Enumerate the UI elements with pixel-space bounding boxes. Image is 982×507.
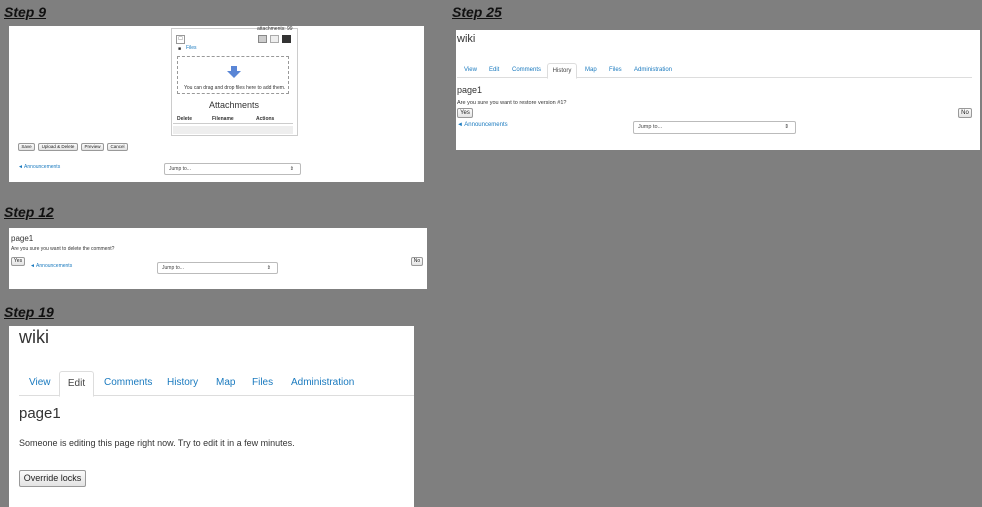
no-button[interactable]: No xyxy=(411,257,423,266)
tab-edit[interactable]: Edit xyxy=(489,67,499,73)
delete-comment-question: Are you sure you want to delete the comm… xyxy=(11,246,115,252)
yes-button[interactable]: Yes xyxy=(11,257,25,266)
step-12-label: Step 12 xyxy=(4,204,54,220)
attachments-title: Attachments xyxy=(209,100,260,110)
step-19-label: Step 19 xyxy=(4,304,54,320)
files-link[interactable]: Files xyxy=(186,45,197,51)
attachments-count: attachments: 99 xyxy=(257,26,293,32)
tab-view[interactable]: View xyxy=(29,377,51,388)
save-button[interactable]: Save xyxy=(18,143,35,151)
tab-history[interactable]: History xyxy=(167,377,198,388)
upload-delete-button[interactable]: Upload & Delete xyxy=(38,143,78,151)
step-25-label: Step 25 xyxy=(452,4,502,20)
restore-version-question: Are you sure you want to restore version… xyxy=(457,100,567,106)
tab-map[interactable]: Map xyxy=(585,67,597,73)
tab-administration[interactable]: Administration xyxy=(291,377,354,388)
tab-edit[interactable]: Edit xyxy=(59,371,94,397)
table-divider xyxy=(173,123,293,124)
select-caret-icon: ⇕ xyxy=(266,265,271,271)
tab-view[interactable]: View xyxy=(464,67,477,73)
jump-to-select[interactable]: Jump to... ⇕ xyxy=(164,163,301,175)
drop-zone-text: You can drag and drop files here to add … xyxy=(184,85,286,91)
view-grid-icon[interactable] xyxy=(258,35,267,43)
announcements-link[interactable]: ◄ Announcements xyxy=(457,122,508,128)
yes-button[interactable]: Yes xyxy=(457,108,473,118)
tab-files[interactable]: Files xyxy=(609,67,622,73)
step-25-panel: wiki View Edit Comments History Map File… xyxy=(456,30,980,150)
wiki-heading: wiki xyxy=(19,327,49,347)
jump-to-value: Jump to... xyxy=(169,166,191,172)
announcements-link[interactable]: ◄ Announcements xyxy=(30,263,72,269)
step-19-panel: wiki View Edit Comments History Map File… xyxy=(9,326,414,507)
preview-button[interactable]: Preview xyxy=(81,143,104,151)
override-locks-button[interactable]: Override locks xyxy=(19,470,86,487)
jump-to-select[interactable]: Jump to... ⇕ xyxy=(157,262,278,274)
cancel-button[interactable]: Cancel xyxy=(107,143,128,151)
select-caret-icon: ⇕ xyxy=(784,124,789,130)
page-title: page1 xyxy=(11,234,34,243)
step-12-panel: page1 Are you sure you want to delete th… xyxy=(9,228,427,289)
step-9-label: Step 9 xyxy=(4,4,47,20)
view-list-icon[interactable] xyxy=(270,35,279,43)
wiki-heading: wiki xyxy=(457,33,476,45)
no-button[interactable]: No xyxy=(958,108,972,118)
tab-files[interactable]: Files xyxy=(252,377,273,388)
folder-icon: ■ xyxy=(178,46,182,52)
tab-history[interactable]: History xyxy=(547,63,577,79)
tab-comments[interactable]: Comments xyxy=(104,377,152,388)
column-filename: Filename xyxy=(212,116,234,122)
jump-to-value: Jump to... xyxy=(638,124,663,130)
step-9-panel: attachments: 99 □ ■ Files You can drag a… xyxy=(9,26,424,182)
table-row xyxy=(173,126,293,134)
new-file-icon[interactable]: □ xyxy=(176,35,185,44)
tab-map[interactable]: Map xyxy=(216,377,235,388)
jump-to-value: Jump to... xyxy=(162,265,184,271)
tab-administration[interactable]: Administration xyxy=(634,67,672,73)
download-arrow-icon xyxy=(227,66,241,78)
page-title: page1 xyxy=(457,85,483,95)
column-delete: Delete xyxy=(177,116,193,122)
page-title: page1 xyxy=(19,405,61,422)
lock-message: Someone is editing this page right now. … xyxy=(19,438,295,448)
select-caret-icon: ⇕ xyxy=(289,166,294,172)
jump-to-select[interactable]: Jump to... ⇕ xyxy=(633,121,796,134)
tab-comments[interactable]: Comments xyxy=(512,67,541,73)
folder-view-icon[interactable] xyxy=(282,35,291,43)
announcements-link[interactable]: ◄ Announcements xyxy=(18,164,60,170)
column-actions: Actions xyxy=(256,116,275,122)
